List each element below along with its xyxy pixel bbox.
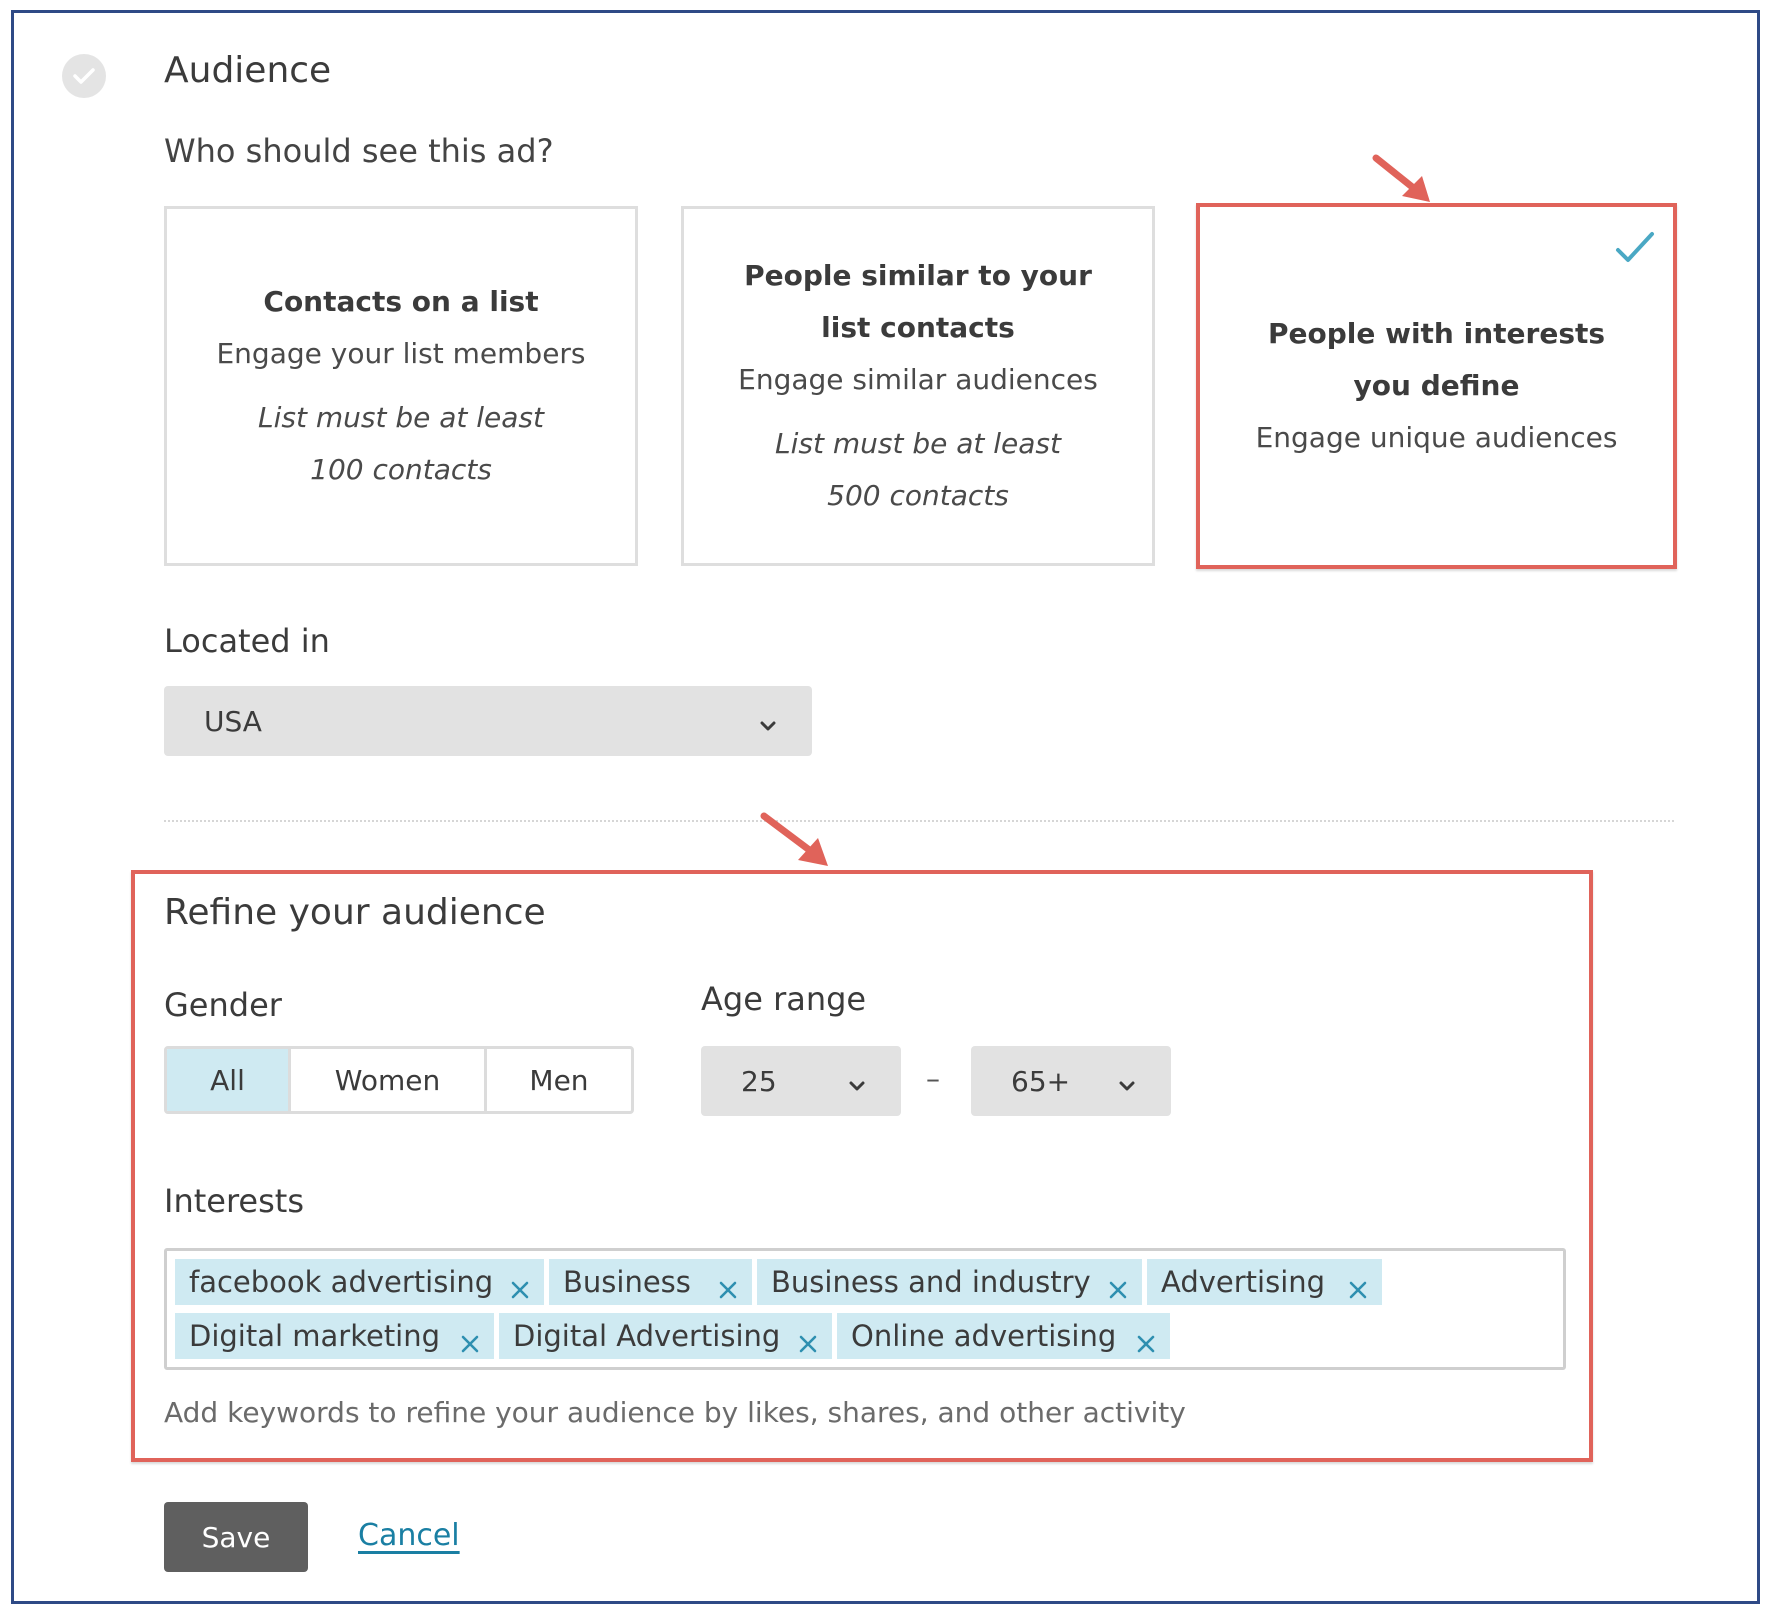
card-title: Contacts on a list — [263, 285, 539, 318]
remove-tag-icon[interactable] — [718, 1273, 738, 1307]
interest-tag: Business and industry — [757, 1259, 1142, 1305]
gender-option-women[interactable]: Women — [291, 1049, 487, 1111]
audience-card-interests[interactable]: People with interests you define Engage … — [1196, 203, 1677, 569]
interests-hint: Add keywords to refine your audience by … — [164, 1396, 1186, 1429]
age-min-select[interactable]: 25 — [701, 1046, 901, 1116]
card-description: Engage similar audiences — [738, 363, 1098, 396]
audience-card-similar-contacts[interactable]: People similar to your list contacts Eng… — [681, 206, 1155, 566]
refine-title: Refine your audience — [164, 892, 546, 933]
cancel-link[interactable]: Cancel — [358, 1518, 460, 1553]
interest-tag: facebook advertising — [175, 1259, 544, 1305]
age-min-value: 25 — [741, 1064, 777, 1098]
interest-tag: Business — [549, 1259, 752, 1305]
section-title: Audience — [164, 50, 332, 91]
remove-tag-icon[interactable] — [798, 1327, 818, 1361]
gender-option-men[interactable]: Men — [487, 1049, 631, 1111]
interest-tag: Digital marketing — [175, 1313, 494, 1359]
card-description: Engage unique audiences — [1255, 421, 1618, 454]
section-divider — [164, 820, 1674, 822]
interest-tag: Digital Advertising — [499, 1313, 832, 1359]
location-value: USA — [204, 704, 262, 738]
card-note: List must be at least 500 contacts — [774, 427, 1061, 512]
gender-label: Gender — [164, 986, 282, 1024]
gender-option-all[interactable]: All — [167, 1049, 291, 1111]
card-note: List must be at least 100 contacts — [257, 401, 544, 486]
remove-tag-icon[interactable] — [1136, 1327, 1156, 1361]
annotation-arrow-icon — [1372, 154, 1430, 202]
interest-tag: Online advertising — [837, 1313, 1170, 1359]
interests-label: Interests — [164, 1182, 304, 1220]
location-label: Located in — [164, 622, 330, 660]
remove-tag-icon[interactable] — [1108, 1273, 1128, 1307]
card-title: People with interests you define — [1267, 317, 1606, 402]
age-range-label: Age range — [701, 980, 867, 1018]
audience-question: Who should see this ad? — [164, 132, 554, 170]
chevron-down-icon — [1119, 1065, 1135, 1098]
remove-tag-icon[interactable] — [1348, 1273, 1368, 1307]
chevron-down-icon — [760, 705, 776, 738]
age-max-value: 65+ — [1011, 1064, 1071, 1098]
remove-tag-icon[interactable] — [510, 1273, 530, 1307]
audience-card-list-contacts[interactable]: Contacts on a list Engage your list memb… — [164, 206, 638, 566]
location-select[interactable]: USA — [164, 686, 812, 756]
gender-selector: All Women Men — [164, 1046, 634, 1114]
age-range-separator: – — [926, 1062, 940, 1095]
chevron-down-icon — [849, 1065, 865, 1098]
annotation-arrow-icon — [760, 812, 828, 866]
card-description: Engage your list members — [216, 337, 586, 370]
step-complete-icon — [62, 54, 106, 98]
age-max-select[interactable]: 65+ — [971, 1046, 1171, 1116]
interest-tag: Advertising — [1147, 1259, 1382, 1305]
card-title: People similar to your list contacts — [744, 259, 1092, 344]
remove-tag-icon[interactable] — [460, 1327, 480, 1361]
refine-audience-highlight — [131, 870, 1593, 1462]
save-button[interactable]: Save — [164, 1502, 308, 1572]
selected-check-icon — [1615, 231, 1655, 269]
